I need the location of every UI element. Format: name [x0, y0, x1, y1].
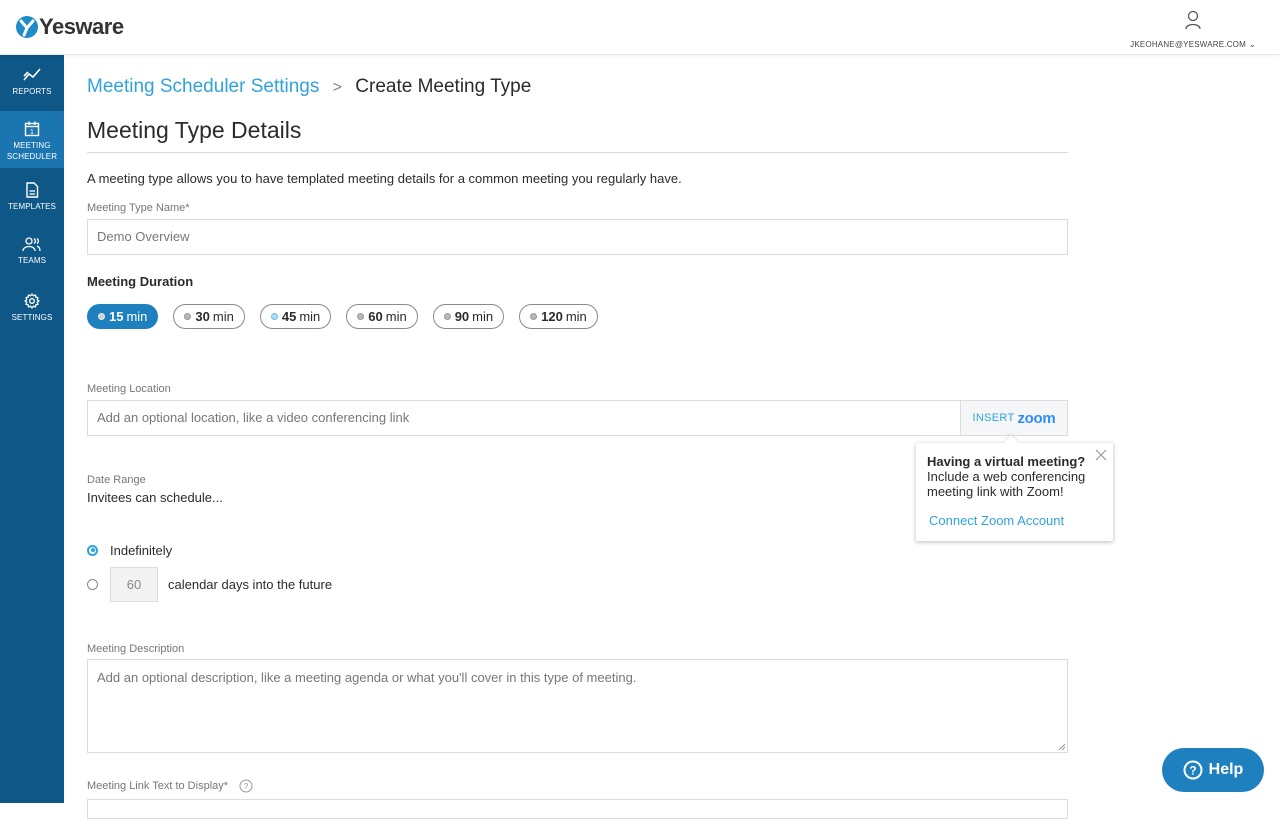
user-icon	[1185, 10, 1201, 30]
breadcrumb-parent-link[interactable]: Meeting Scheduler Settings	[87, 76, 319, 97]
close-icon[interactable]	[1095, 449, 1107, 461]
radio-dot-icon	[184, 313, 192, 320]
chevron-down-icon: ⌄	[1248, 40, 1256, 49]
sidebar-item-label: REPORTS	[12, 87, 52, 96]
popover-body: Include a web conferencing meeting link …	[927, 469, 1086, 499]
help-button[interactable]: ? Help	[1162, 748, 1264, 792]
sidebar-item-settings[interactable]: SETTINGS	[0, 293, 64, 338]
yesware-logo[interactable]: Yesware	[16, 14, 124, 40]
page-title: Meeting Type Details	[87, 117, 302, 143]
sidebar-item-label: MEETING	[13, 141, 51, 150]
radio-dot-icon	[98, 313, 105, 320]
calendar-icon: 1	[24, 121, 40, 137]
gear-icon	[24, 293, 40, 309]
zoom-popover: Having a virtual meeting? Include a web …	[916, 443, 1113, 541]
duration-option-30[interactable]: 30 min	[173, 304, 245, 329]
top-bar: Yesware JKEOHANE@YESWARE.COM ⌄	[0, 0, 1280, 55]
meeting-location-input[interactable]: Add an optional location, like a video c…	[87, 400, 962, 436]
radio-button[interactable]	[87, 579, 98, 590]
radio-dot-icon	[530, 313, 538, 320]
date-range-subtitle: Invitees can schedule...	[87, 490, 223, 505]
sidebar-item-label: SETTINGS	[11, 313, 53, 322]
breadcrumb: Meeting Scheduler Settings > Create Meet…	[87, 76, 531, 98]
radio-button[interactable]	[87, 544, 98, 556]
sidebar-item-label: SCHEDULER	[6, 152, 58, 161]
date-range-option-indefinitely[interactable]: Indefinitely	[87, 542, 172, 558]
duration-option-15[interactable]: 15 min	[87, 304, 159, 329]
people-icon	[22, 237, 41, 252]
question-circle-icon: ?	[1183, 760, 1203, 780]
duration-options: 15 min 30 min 45 min 60 min 90 min 120 min	[87, 304, 613, 329]
document-icon	[26, 182, 39, 198]
meeting-location-label: Meeting Location	[87, 383, 171, 395]
radio-dot-icon	[357, 313, 365, 320]
title-divider	[87, 152, 1068, 153]
sidebar-item-teams[interactable]: TEAMS	[0, 237, 64, 282]
chart-line-icon	[23, 68, 41, 81]
resize-grip-icon[interactable]	[1058, 743, 1066, 751]
radio-dot-icon	[443, 313, 451, 320]
yesware-logo-icon	[16, 16, 38, 38]
date-range-label: Date Range	[87, 474, 146, 486]
sidebar: REPORTS 1 MEETING SCHEDULER TEMPLATES TE…	[0, 55, 64, 803]
sidebar-item-reports[interactable]: REPORTS	[0, 67, 64, 112]
sidebar-item-templates[interactable]: TEMPLATES	[0, 182, 64, 227]
help-label: Help	[1208, 761, 1244, 778]
duration-option-45[interactable]: 45 min	[259, 304, 332, 329]
radio-dot-icon	[270, 313, 278, 320]
question-circle-icon[interactable]: ?	[239, 779, 253, 793]
sidebar-item-label: TEMPLATES	[8, 202, 56, 211]
meeting-link-text-label: Meeting Link Text to Display* ?	[87, 779, 253, 793]
user-email: JKEOHANE@YESWARE.COM	[1130, 40, 1246, 49]
meeting-description-label: Meeting Description	[87, 643, 185, 655]
duration-option-90[interactable]: 90 min	[432, 304, 505, 329]
brand-name: Yesware	[39, 14, 124, 39]
days-into-future-input[interactable]: 60	[110, 567, 158, 602]
connect-zoom-account-link[interactable]: Connect Zoom Account	[929, 513, 1064, 528]
page-intro: A meeting type allows you to have templa…	[87, 171, 682, 186]
sidebar-item-label: TEAMS	[17, 256, 47, 265]
duration-option-60[interactable]: 60 min	[346, 304, 418, 329]
svg-text:1: 1	[30, 129, 34, 136]
svg-text:?: ?	[244, 782, 249, 791]
meeting-link-text-input[interactable]	[87, 799, 1068, 819]
svg-text:?: ?	[1189, 764, 1196, 778]
duration-option-120[interactable]: 120 min	[519, 304, 598, 329]
meeting-duration-title: Meeting Duration	[87, 274, 194, 289]
meeting-type-name-input[interactable]: Demo Overview	[87, 219, 1068, 255]
sidebar-item-meeting-scheduler[interactable]: 1 MEETING SCHEDULER	[0, 111, 64, 168]
user-menu[interactable]: JKEOHANE@YESWARE.COM ⌄	[1128, 10, 1258, 52]
popover-title: Having a virtual meeting?	[927, 454, 1086, 469]
breadcrumb-separator: >	[332, 79, 342, 96]
meeting-description-input[interactable]: Add an optional description, like a meet…	[87, 659, 1068, 753]
insert-zoom-button[interactable]: INSERT zoom	[960, 400, 1068, 436]
date-range-option-days[interactable]: 60 calendar days into the future	[87, 567, 332, 602]
zoom-logo: zoom	[1017, 409, 1056, 427]
breadcrumb-current: Create Meeting Type	[355, 76, 532, 97]
meeting-type-name-label: Meeting Type Name*	[87, 202, 190, 214]
